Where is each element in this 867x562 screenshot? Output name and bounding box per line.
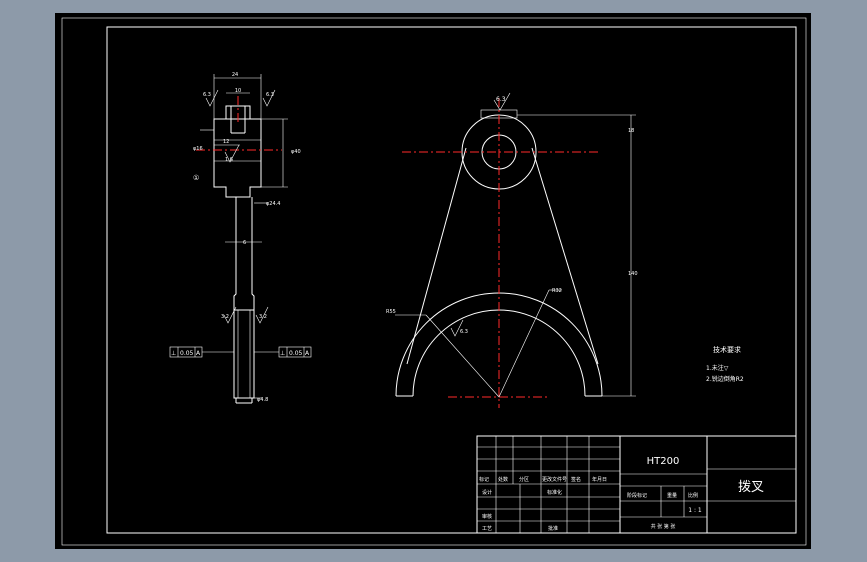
svg-text:⊥: ⊥ bbox=[171, 350, 176, 357]
dim-bottom: φ4.8 bbox=[257, 397, 268, 403]
header-cell-2: 处数 bbox=[498, 476, 508, 483]
process-label: 工艺 bbox=[482, 526, 492, 532]
roughness-hole: 1.6 bbox=[225, 157, 233, 163]
dim-bore: φ40 bbox=[291, 149, 301, 155]
review-label: 审核 bbox=[482, 513, 492, 520]
drawing-canvas: 24 10 6.3 6.3 12 1.6 φ40 φ16 φ24.4 6 3.2… bbox=[55, 13, 811, 549]
tech-req-title: 技术要求 bbox=[713, 345, 741, 354]
dim-web: 6 bbox=[243, 240, 246, 246]
svg-text:0.05: 0.05 bbox=[289, 350, 303, 357]
roughness-arc: 6.3 bbox=[460, 329, 468, 335]
dim-hole: 12 bbox=[223, 139, 229, 145]
part-name: 拨叉 bbox=[738, 480, 764, 495]
roughness-lower-right: 3.2 bbox=[259, 314, 267, 320]
dim-front-height: 140 bbox=[628, 271, 638, 277]
balloon-marker: ① bbox=[193, 174, 199, 182]
header-cell-4: 更改文件号 bbox=[542, 476, 567, 483]
roughness-top-left: 6.3 bbox=[203, 92, 211, 98]
dim-shaft: φ24.4 bbox=[266, 201, 280, 207]
dim-left: φ16 bbox=[193, 146, 203, 152]
header-cell-5: 签名 bbox=[571, 476, 581, 483]
svg-text:⊥: ⊥ bbox=[280, 350, 285, 357]
drawing-sheet bbox=[55, 13, 811, 549]
header-cell-6: 年月日 bbox=[592, 476, 607, 483]
roughness-lower-left: 3.2 bbox=[221, 314, 229, 320]
dim-radius-right: R32 bbox=[552, 288, 562, 294]
stage-mark-label: 阶段标记 bbox=[627, 492, 647, 499]
scale-value: 1 : 1 bbox=[688, 507, 702, 514]
dim-width: 24 bbox=[232, 72, 238, 78]
standardize-label: 标准化 bbox=[547, 489, 562, 496]
weight-label: 重量 bbox=[667, 492, 677, 499]
tech-req-item-2: 2.锐边倒角R2 bbox=[706, 375, 744, 383]
roughness-top-right: 6.3 bbox=[266, 92, 274, 98]
dim-front-top: 18 bbox=[628, 128, 634, 134]
dim-groove: 10 bbox=[235, 88, 241, 94]
tech-req-item-1: 1.未注▽ bbox=[706, 364, 729, 372]
approve-label: 批准 bbox=[548, 525, 558, 532]
header-cell-3: 分区 bbox=[519, 476, 529, 483]
roughness-front-top: 6.3 bbox=[496, 96, 506, 103]
dim-radius-left: R55 bbox=[386, 309, 396, 315]
sheet-info: 共 张 第 张 bbox=[651, 523, 676, 530]
ratio-label: 比例 bbox=[688, 492, 698, 499]
material-label: HT200 bbox=[647, 456, 680, 467]
svg-text:0.05: 0.05 bbox=[180, 350, 194, 357]
design-label: 设计 bbox=[482, 489, 492, 496]
header-cell-1: 标记 bbox=[479, 476, 489, 483]
